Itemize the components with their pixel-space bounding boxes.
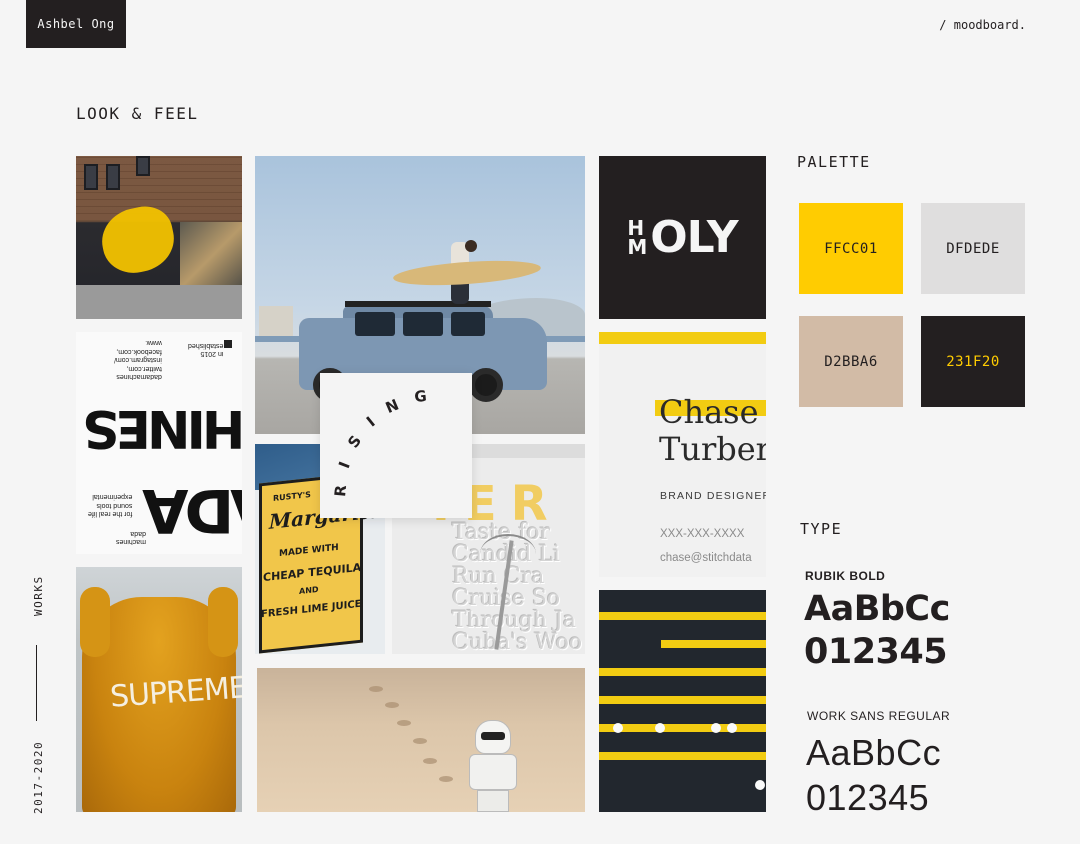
footprint	[385, 702, 399, 708]
palm-fronds-icon	[480, 534, 536, 574]
font-name-work-sans: WORK SANS REGULAR	[807, 709, 951, 723]
stormtrooper-figure	[467, 720, 519, 812]
window	[84, 164, 98, 190]
holy-m: M	[627, 234, 648, 259]
svg-text:RISING: RISING	[331, 385, 443, 497]
palette-title: PALETTE	[797, 153, 871, 171]
holy-monogram: H M	[627, 218, 648, 259]
swatch-label: DFDEDE	[946, 240, 1000, 257]
swatch-ffcc01[interactable]: FFCC01	[799, 203, 903, 294]
lifeguard-tower	[259, 306, 293, 336]
window	[106, 164, 120, 190]
rail-years: 2017-2020	[30, 740, 46, 814]
hoodie-arm-right	[208, 587, 238, 657]
legs	[477, 790, 509, 812]
card-top-bar	[599, 332, 766, 344]
moodboard-image-storefront	[76, 156, 242, 319]
stripe	[599, 668, 766, 676]
brand-logo[interactable]: Ashbel Ong	[26, 0, 126, 48]
moodboard-image-stripe-pattern	[599, 590, 766, 812]
card-email: chase@stitchdata	[660, 552, 752, 564]
footprint	[397, 720, 411, 726]
shop-window	[180, 222, 242, 292]
moodboard-image-business-card: Chase Turber BRAND DESIGNER XXX-XXX-XXXX…	[599, 332, 766, 577]
card-phone: XXX-XXX-XXXX	[660, 528, 745, 540]
qr-code-icon	[224, 340, 232, 348]
poster-tagline-brand: machines dada	[116, 529, 146, 545]
dot	[613, 723, 623, 733]
poster-word-machines: MACHINES	[86, 398, 242, 458]
moodboard-image-stormtrooper	[257, 668, 585, 812]
swatch-label: FFCC01	[824, 240, 878, 257]
footprint	[413, 738, 427, 744]
stripe	[599, 696, 766, 704]
dot	[655, 723, 665, 733]
brand-name: Ashbel Ong	[37, 17, 115, 31]
stripe	[599, 612, 766, 620]
rail-years-label: 2017-2020	[32, 740, 45, 814]
car-window	[355, 312, 395, 336]
footprint	[439, 776, 453, 782]
font-name-rubik: RUBIK BOLD	[805, 569, 886, 583]
torso	[469, 754, 517, 790]
stripe	[661, 640, 766, 648]
footprint	[423, 758, 437, 764]
moodboard-image-holy-logo: H M OLY	[599, 156, 766, 319]
font-sample-work-sans: AaBbCc 012345	[806, 732, 942, 818]
moodboard-image-hoodie: SUPREME	[76, 567, 242, 812]
poster-tagline: for the real life sound tools experiment…	[88, 493, 133, 518]
dot	[755, 780, 765, 790]
poster-established: in 2015 established	[188, 341, 224, 357]
swatch-d2bba6[interactable]: D2BBA6	[799, 316, 903, 407]
car-wheel	[469, 368, 503, 402]
car-window	[403, 312, 443, 336]
moodboard-image-rising-card: RISING	[320, 373, 472, 518]
poster-word-dada: DADA	[146, 475, 242, 545]
dot	[711, 723, 721, 733]
car-window	[451, 312, 485, 336]
sidewalk	[76, 285, 242, 319]
rail-works-label: WORKS	[32, 575, 45, 616]
card-name: Chase Turber	[659, 393, 766, 468]
section-title: LOOK & FEEL	[76, 104, 199, 123]
rising-text: RISING	[331, 385, 427, 497]
holy-text: OLY	[650, 212, 738, 263]
stripe	[599, 752, 766, 760]
swatch-dfdede[interactable]: DFDEDE	[921, 203, 1025, 294]
visor	[481, 732, 505, 740]
stripe	[599, 724, 766, 732]
roof-rack	[345, 301, 491, 307]
rising-logo: RISING	[331, 385, 443, 497]
moodboard-image-dada-poster: in 2015 established dadamachines twitter…	[76, 332, 242, 554]
footprint	[369, 686, 383, 692]
dot	[727, 723, 737, 733]
rail-divider	[36, 645, 37, 721]
swatch-231f20[interactable]: 231F20	[921, 316, 1025, 407]
type-title: TYPE	[800, 520, 843, 538]
font-sample-rubik: AaBbCc 012345	[804, 589, 950, 672]
hoodie-arm-left	[80, 587, 110, 657]
rail-works[interactable]: WORKS	[30, 572, 46, 616]
breadcrumb[interactable]: / moodboard.	[939, 18, 1026, 32]
swatch-label: 231F20	[946, 353, 1000, 370]
surfer-head	[465, 240, 477, 252]
poster-links: dadamachines twitter.com, instagram.com/…	[114, 339, 162, 380]
swatch-label: D2BBA6	[824, 353, 878, 370]
card-role: BRAND DESIGNER	[660, 490, 766, 502]
window	[136, 156, 150, 176]
